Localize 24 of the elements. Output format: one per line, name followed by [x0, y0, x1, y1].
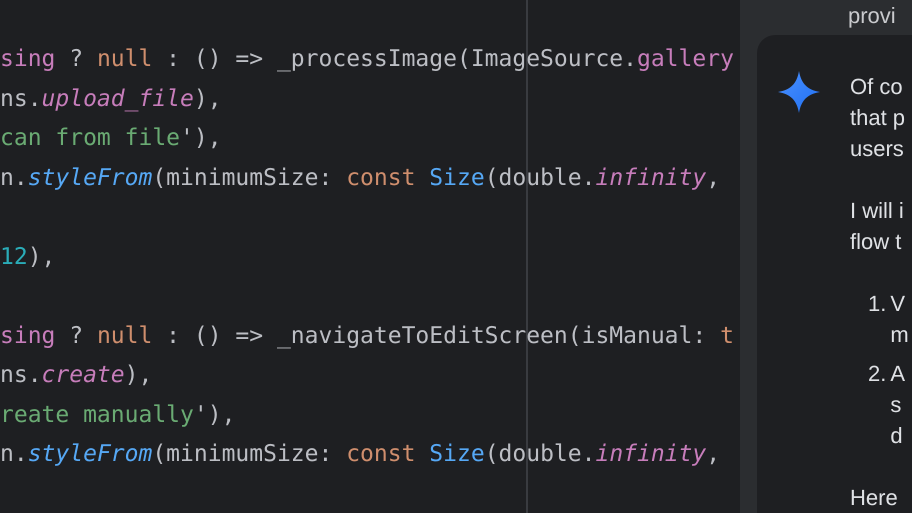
- code-line: sing ? null : () => _processImage(ImageSource.gallery: [0, 45, 734, 74]
- code-line: sing ? null : () => _navigateToEditScreen(isManual: t: [0, 322, 734, 350]
- code-line: n.styleFrom(minimumSize: const Size(double.infinity,: [0, 440, 722, 469]
- message-text: users: [850, 135, 904, 163]
- sparkle-icon: [778, 71, 820, 113]
- list-number: 2.: [868, 360, 886, 388]
- code-line: reate manually'),: [0, 400, 236, 430]
- list-item-text: s: [890, 391, 902, 419]
- code-line: ns.create),: [0, 361, 152, 390]
- message-text: I will i: [850, 197, 904, 225]
- message-text: flow t: [850, 228, 902, 256]
- code-line: ns.upload_file),: [0, 84, 222, 114]
- list-item-text: A: [890, 360, 906, 388]
- message-text: Here: [850, 484, 898, 512]
- code-line: n.styleFrom(minimumSize: const Size(double.infinity,: [0, 164, 722, 192]
- message-text: provi: [848, 3, 896, 28]
- code-line: 12),: [0, 242, 56, 272]
- message-text: that p: [850, 104, 906, 132]
- message-text: Of co: [850, 73, 903, 101]
- list-item-text: V: [890, 290, 906, 318]
- list-item-text: m: [890, 321, 909, 349]
- code-line: can from file'),: [0, 124, 222, 153]
- list-number: 1.: [868, 290, 886, 318]
- list-item-text: d: [890, 422, 903, 450]
